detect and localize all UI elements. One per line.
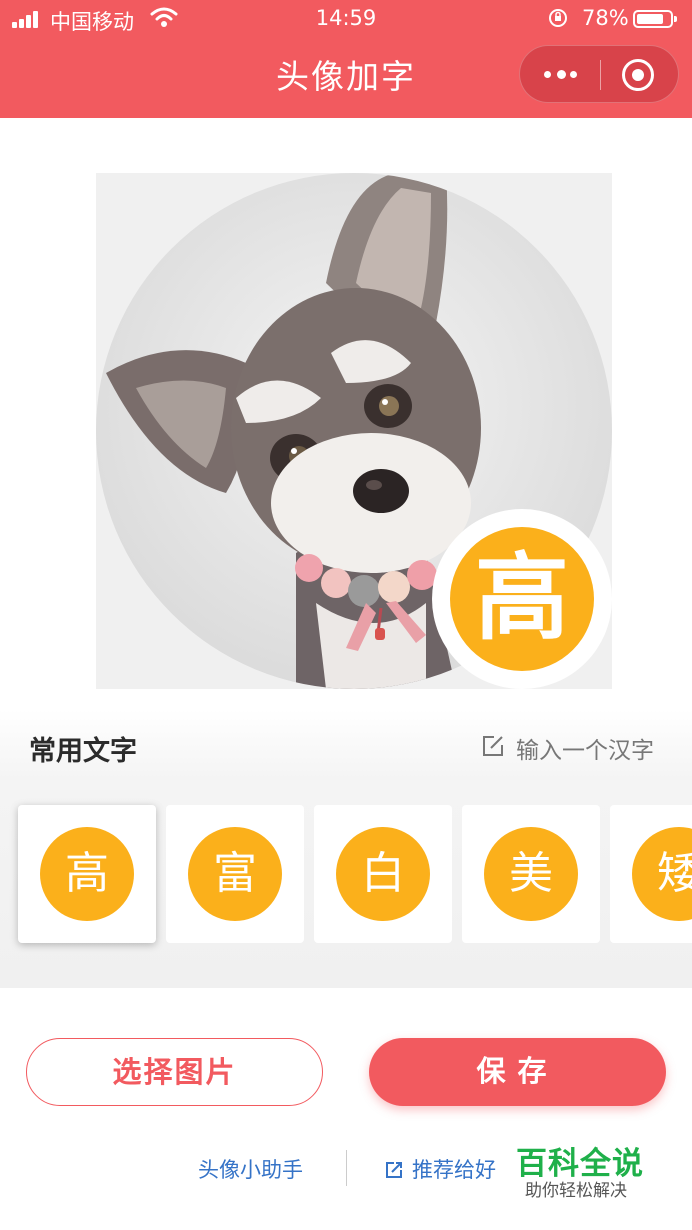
input-char-label: 输入一个汉字 <box>516 738 654 764</box>
avatar-badge: 高 <box>432 509 612 689</box>
save-button[interactable]: 保存 <box>369 1038 666 1106</box>
char-circle: 白 <box>336 827 430 921</box>
watermark: 百科全说 助你轻松解决 <box>510 1136 650 1201</box>
char-circle: 富 <box>188 827 282 921</box>
target-close-icon[interactable] <box>600 46 680 104</box>
status-bar: 中国移动 14:59 78% <box>0 0 692 38</box>
rotation-lock-icon <box>549 9 567 27</box>
watermark-subtitle: 助你轻松解决 <box>525 1181 627 1201</box>
mini-program-capsule <box>519 45 679 103</box>
top-bar: 中国移动 14:59 78% 头像加字 <box>0 0 692 118</box>
battery-icon <box>633 10 677 28</box>
char-card-1[interactable]: 高 <box>18 805 156 943</box>
avatar-badge-char: 高 <box>450 527 594 671</box>
edit-icon <box>483 736 503 756</box>
input-char-link[interactable]: 输入一个汉字 <box>482 731 654 765</box>
char-card-3[interactable]: 白 <box>314 805 452 943</box>
char-card-4[interactable]: 美 <box>462 805 600 943</box>
share-link-label: 推荐给好友 <box>412 1158 496 1182</box>
char-circle: 高 <box>40 827 134 921</box>
char-circle: 矮 <box>632 827 692 921</box>
char-circle: 美 <box>484 827 578 921</box>
char-card-2[interactable]: 富 <box>166 805 304 943</box>
share-link[interactable]: 推荐给好友 <box>384 1154 496 1184</box>
footer-divider <box>346 1150 347 1186</box>
section-title: 常用文字 <box>29 736 137 767</box>
char-card-5[interactable]: 矮 <box>610 805 692 943</box>
avatar-helper-link[interactable]: 头像小助手 <box>198 1154 303 1184</box>
more-dots-icon[interactable] <box>520 46 600 104</box>
share-icon <box>386 1162 402 1178</box>
battery-percent: 78% <box>582 6 629 30</box>
select-image-button[interactable]: 选择图片 <box>26 1038 323 1106</box>
